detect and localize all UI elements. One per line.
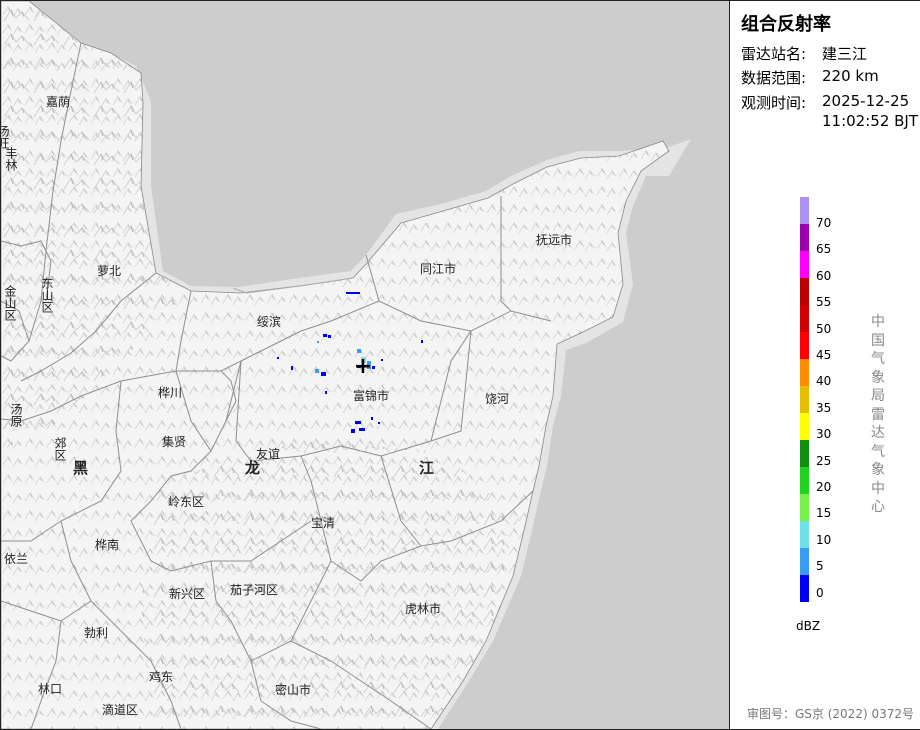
place-label: 勃利 <box>84 626 108 640</box>
legend-color-segment <box>800 548 809 575</box>
place-label: 嘉荫 <box>46 95 70 109</box>
legend-tick-label: 25 <box>816 453 832 468</box>
place-label: 岭东区 <box>168 495 204 509</box>
radar-figure: + 嘉荫 汤旺 丰林 萝北 东山区 金山区 绥滨 同江市 抚远市 桦川 富锦市 … <box>0 0 920 730</box>
time-date: 2025-12-25 <box>822 92 910 110</box>
legend-color-segment <box>800 521 809 548</box>
legend-color-segment <box>800 251 809 278</box>
station-label: 雷达站名: <box>741 45 807 63</box>
legend-color-segment <box>800 440 809 467</box>
place-label: 萝北 <box>97 264 121 278</box>
place-label: 富锦市 <box>353 388 389 403</box>
province-label: 江 <box>419 459 434 477</box>
place-label: 滴道区 <box>102 702 138 717</box>
info-panel: 组合反射率 雷达站名: 建三江 数据范围: 220 km 观测时间: 2025-… <box>729 1 920 729</box>
place-label: 丰林 <box>4 147 18 171</box>
legend-color-segment <box>800 278 809 305</box>
legend-color-segment <box>800 224 809 251</box>
place-label: 东山区 <box>40 277 54 313</box>
range-value: 220 km <box>822 67 879 85</box>
panel-title: 组合反射率 <box>741 14 831 35</box>
place-label: 金山区 <box>3 284 17 321</box>
map-approval-number: 审图号：GS京 (2022) 0372号 <box>747 707 914 721</box>
place-label: 抚远市 <box>536 232 572 247</box>
legend-tick-label: 10 <box>816 532 832 547</box>
legend-tick-label: 20 <box>816 480 832 494</box>
agency-vertical-text: 中国气象局雷达气象中心 <box>871 314 885 515</box>
radar-station-marker: + <box>354 354 372 379</box>
place-label: 林口 <box>38 682 62 696</box>
range-label: 数据范围: <box>741 69 807 87</box>
legend-color-segment <box>800 305 809 332</box>
place-label: 集贤 <box>162 434 186 449</box>
place-label: 桦南 <box>95 537 119 552</box>
legend-tick-label: 65 <box>816 242 832 257</box>
legend-tick-label: 35 <box>816 400 832 415</box>
province-label: 龙 <box>244 459 260 477</box>
legend-unit: dBZ <box>796 619 821 633</box>
map-graphic: + 嘉荫 汤旺 丰林 萝北 东山区 金山区 绥滨 同江市 抚远市 桦川 富锦市 … <box>1 1 729 729</box>
place-label: 新兴区 <box>169 586 205 601</box>
place-label: 同江市 <box>420 261 456 276</box>
station-value: 建三江 <box>822 45 868 63</box>
legend-color-segment <box>800 467 809 494</box>
legend-color-segment <box>800 332 809 359</box>
legend-tick-label: 50 <box>816 321 832 336</box>
radar-map[interactable]: + 嘉荫 汤旺 丰林 萝北 东山区 金山区 绥滨 同江市 抚远市 桦川 富锦市 … <box>1 1 729 729</box>
place-label: 饶河 <box>485 392 509 406</box>
province-label: 黑 <box>73 459 88 477</box>
legend-tick-label: 0 <box>816 585 824 600</box>
legend-tick-label: 45 <box>816 348 832 362</box>
legend-tick-label: 30 <box>816 427 832 442</box>
legend-color-segment <box>800 413 809 440</box>
legend-color-segment <box>800 386 809 413</box>
place-label: 绥滨 <box>257 314 281 329</box>
place-label: 茄子河区 <box>230 583 278 597</box>
place-label: 鸡东 <box>149 669 173 684</box>
time-clock: 11:02:52 BJT <box>822 112 919 130</box>
legend-tick-label: 5 <box>816 559 824 574</box>
place-label: 汤原 <box>9 403 23 427</box>
legend-tick-label: 15 <box>816 506 832 521</box>
place-label: 郊区 <box>53 437 67 461</box>
legend-color-segment <box>800 197 809 224</box>
place-label: 桦川 <box>158 385 182 400</box>
legend-color-segment <box>800 575 809 602</box>
place-label: 依兰 <box>4 551 28 566</box>
legend-color-segment <box>800 494 809 521</box>
place-label: 虎林市 <box>405 601 441 616</box>
legend-tick-label: 70 <box>816 216 832 230</box>
time-label: 观测时间: <box>741 94 807 112</box>
place-label: 密山市 <box>275 682 311 697</box>
place-label: 宝清 <box>311 516 335 530</box>
place-label: 汤旺 <box>1 125 10 149</box>
legend-tick-label: 60 <box>816 268 832 283</box>
legend-color-segment <box>800 359 809 386</box>
legend-tick-label: 55 <box>816 295 832 310</box>
legend-tick-label: 40 <box>816 374 832 389</box>
